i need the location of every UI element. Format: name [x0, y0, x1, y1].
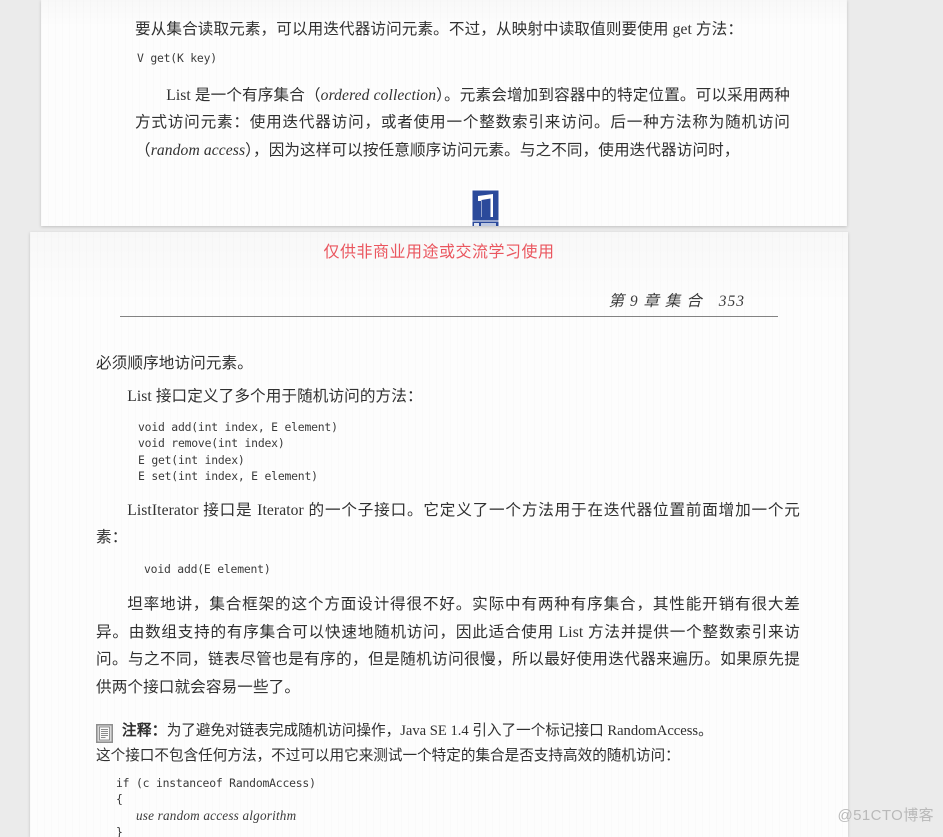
code-line-if: if (c instanceof RandomAccess)	[116, 776, 316, 791]
paragraph-list-ordered-collection: List 是一个有序集合（ordered collection）。元素会增加到容…	[135, 82, 790, 165]
list-text-part-1: List 是一个有序集合（	[166, 86, 321, 104]
paragraph-framework-critique: 坦率地讲，集合框架的这个方面设计得很不好。实际中有两种有序集合，其性能开销有很大…	[96, 596, 800, 696]
running-head-rule	[120, 316, 778, 317]
note-text-line-2: 这个接口不包含任何方法，不过可以用它来测试一个特定的集合是否支持高效的随机访问：	[96, 748, 680, 765]
publisher-logo-icon	[471, 189, 500, 226]
paragraph-list-interface-methods: List 接口定义了多个用于随机访问的方法：	[127, 387, 423, 405]
paragraph-listiterator: ListIterator 接口是 Iterator 的一个子接口。它定义了一个方…	[96, 501, 800, 547]
code-block-randomaccess-check: if (c instanceof RandomAccess) { use ran…	[116, 775, 800, 837]
running-head: 第 9 章 集 合 353	[120, 289, 790, 311]
note-document-icon-svg	[96, 724, 113, 744]
note-paragraph: 注释：为了避免对链表完成随机访问操作，Java SE 1.4 引入了一个标记接口…	[96, 719, 800, 769]
page-main-content: 仅供非商业用途或交流学习使用 第 9 章 集 合 353 必须顺序地访问元素。 L…	[30, 232, 848, 837]
non-commercial-notice: 仅供非商业用途或交流学习使用	[323, 244, 555, 261]
paragraph-sequential-access: 必须顺序地访问元素。	[96, 355, 253, 372]
scanned-page-main: 仅供非商业用途或交流学习使用 第 9 章 集 合 353 必须顺序地访问元素。 L…	[30, 232, 848, 837]
code-block-list-methods: void add(int index, E element) void remo…	[138, 420, 338, 484]
term-random-access: random access	[150, 141, 246, 159]
page-top-content: 要从集合读取元素，可以用迭代器访问元素。不过，从映射中读取值则要使用 get 方…	[41, 0, 847, 164]
note-body: 注释：为了避免对链表完成随机访问操作，Java SE 1.4 引入了一个标记接口…	[96, 719, 800, 769]
publisher-logo-svg	[471, 189, 500, 226]
scanned-page-top: 要从集合读取元素，可以用迭代器访问元素。不过，从映射中读取值则要使用 get 方…	[41, 0, 847, 226]
note-callout: 注释：为了避免对链表完成随机访问操作，Java SE 1.4 引入了一个标记接口…	[96, 719, 800, 769]
site-watermark: @51CTO博客	[837, 807, 934, 824]
code-snippet-map-get: V get(K key)	[137, 50, 217, 65]
running-head-chapter: 第 9 章 集 合	[608, 293, 703, 310]
code-line-random-access-algorithm: use random access algorithm	[135, 807, 297, 823]
note-lead-label: 注释：	[122, 723, 167, 740]
paragraph-read-from-collection: 要从集合读取元素，可以用迭代器访问元素。不过，从映射中读取值则要使用 get 方…	[135, 21, 744, 38]
body-text-column: 必须顺序地访问元素。 List 接口定义了多个用于随机访问的方法： void a…	[96, 317, 800, 837]
term-ordered-collection: ordered collection	[320, 86, 437, 104]
list-text-part-3: ），因为这样可以按任意顺序访问元素。与之不同，使用迭代器访问时，	[245, 141, 740, 159]
note-document-icon	[96, 724, 113, 744]
code-block-listiterator-add: void add(E element)	[144, 561, 271, 576]
page-number: 353	[718, 293, 745, 310]
note-text-line-1: 为了避免对链表完成随机访问操作，Java SE 1.4 引入了一个标记接口 Ra…	[166, 723, 713, 740]
code-line-close-brace-1: }	[116, 825, 123, 837]
code-line-open-brace-1: {	[116, 792, 123, 807]
